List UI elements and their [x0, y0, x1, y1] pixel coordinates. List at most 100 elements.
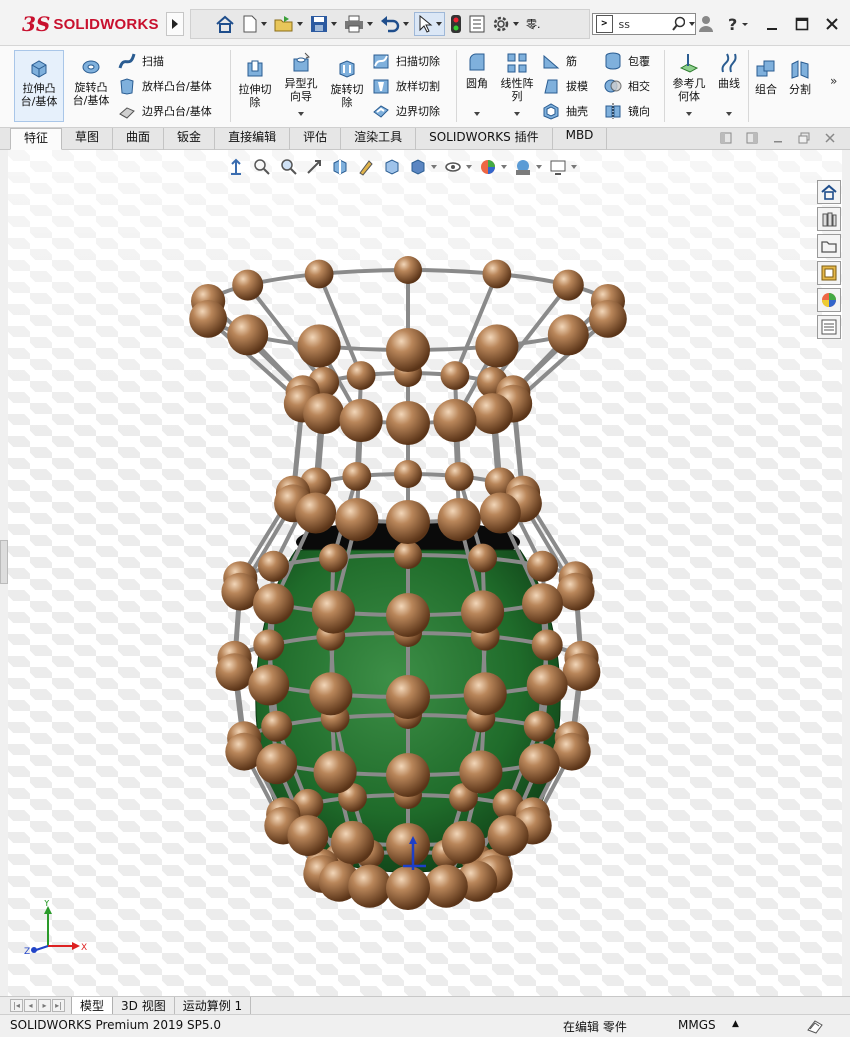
search-icon[interactable] — [671, 16, 686, 32]
zoom-to-area-button[interactable] — [278, 157, 298, 177]
task-pane-view-palette[interactable] — [817, 261, 841, 285]
chevron-down-icon[interactable] — [431, 165, 437, 169]
view-orientation-cube-button[interactable] — [382, 157, 402, 177]
linear-pattern-dropdown[interactable] — [514, 112, 520, 116]
chevron-down-icon[interactable] — [689, 22, 695, 26]
maximize-button[interactable] — [792, 14, 812, 34]
tab-surfaces[interactable]: 曲面 — [113, 128, 165, 150]
view-settings-button[interactable] — [548, 157, 568, 177]
graphics-area[interactable]: Y X Z — [8, 150, 842, 996]
options-button[interactable] — [490, 12, 521, 36]
task-pane-appearances[interactable] — [817, 288, 841, 312]
minimize-button[interactable] — [762, 14, 782, 34]
revolved-cut-button[interactable]: 旋转切 除 — [326, 58, 368, 109]
tab-model[interactable]: 模型 — [71, 996, 114, 1015]
rebuild-button[interactable] — [448, 12, 464, 36]
vase-model-viewport[interactable] — [8, 150, 842, 996]
doc-minimize-icon[interactable] — [772, 132, 784, 144]
linear-pattern-button[interactable]: 线性阵 列 — [496, 52, 538, 103]
command-search[interactable]: > — [592, 13, 696, 35]
combine-button[interactable]: 组合 — [752, 58, 780, 96]
task-pane-custom-properties[interactable] — [817, 315, 841, 339]
feature-manager-collapse-handle[interactable] — [0, 540, 8, 584]
fillet-button[interactable]: 圆角 — [460, 52, 494, 90]
undo-button[interactable] — [378, 12, 411, 36]
open-button[interactable] — [272, 12, 305, 36]
close-button[interactable] — [822, 14, 842, 34]
unit-system-caret[interactable]: ▲ — [732, 1019, 739, 1029]
new-document-button[interactable] — [240, 12, 269, 36]
fillet-dropdown[interactable] — [474, 112, 480, 116]
first-tab-button[interactable]: |◂ — [10, 999, 23, 1012]
file-properties-button[interactable] — [467, 12, 487, 36]
task-pane-file-explorer[interactable] — [817, 234, 841, 258]
tab-render-tools[interactable]: 渲染工具 — [341, 128, 417, 150]
apply-scene-button[interactable] — [513, 157, 533, 177]
previous-view-button[interactable] — [304, 157, 324, 177]
task-pane-resources[interactable] — [817, 180, 841, 204]
curves-button[interactable]: 曲线 — [714, 52, 744, 90]
lofted-cut-button[interactable]: 放样切割 — [372, 77, 440, 95]
chevron-down-icon[interactable] — [536, 165, 542, 169]
boundary-cut-button[interactable]: 边界切除 — [372, 102, 440, 120]
section-view-button[interactable] — [330, 157, 350, 177]
intersect-button[interactable]: 相交 — [604, 77, 650, 95]
view-orientation-button[interactable] — [226, 157, 246, 177]
extruded-boss-button[interactable]: 拉伸凸 台/基体 — [14, 50, 64, 122]
solidworks-logo[interactable]: 3S SOLIDWORKS — [22, 12, 159, 36]
print-button[interactable] — [342, 12, 375, 36]
dynamic-annotation-button[interactable] — [356, 157, 376, 177]
select-button[interactable] — [414, 12, 445, 36]
tab-direct-editing[interactable]: 直接编辑 — [215, 128, 291, 150]
previous-tab-button[interactable]: ◂ — [24, 999, 37, 1012]
reference-geometry-dropdown[interactable] — [686, 112, 692, 116]
rib-button[interactable]: 筋 — [542, 52, 577, 70]
split-button[interactable]: 分割 — [784, 58, 816, 96]
mirror-button[interactable]: 镜向 — [604, 102, 650, 120]
doc-close-icon[interactable] — [824, 132, 836, 144]
tab-sketch[interactable]: 草图 — [62, 128, 114, 150]
search-input[interactable] — [618, 17, 667, 31]
next-tab-button[interactable]: ▸ — [38, 999, 51, 1012]
tab-sheet-metal[interactable]: 钣金 — [164, 128, 216, 150]
home-button[interactable] — [213, 12, 237, 36]
hide-show-items-button[interactable] — [443, 157, 463, 177]
reference-geometry-button[interactable]: 参考几 何体 — [668, 52, 710, 103]
curves-dropdown[interactable] — [726, 112, 732, 116]
last-tab-button[interactable]: ▸| — [52, 999, 65, 1012]
boundary-boss-button[interactable]: 边界凸台/基体 — [118, 102, 212, 120]
tile-right-icon[interactable] — [746, 132, 758, 144]
user-account-button[interactable] — [696, 14, 716, 34]
wrap-button[interactable]: 包覆 — [604, 52, 650, 70]
doc-restore-icon[interactable] — [798, 132, 810, 144]
quick-access-overflow[interactable]: 零. — [524, 12, 543, 36]
tab-3d-views[interactable]: 3D 视图 — [113, 996, 175, 1015]
sweep-button[interactable]: 扫描 — [118, 52, 164, 70]
help-button[interactable]: ? — [726, 14, 752, 34]
hole-wizard-dropdown[interactable] — [298, 112, 304, 116]
chevron-down-icon[interactable] — [466, 165, 472, 169]
ribbon-overflow-button[interactable]: » — [830, 74, 837, 88]
tab-mbd[interactable]: MBD — [553, 128, 608, 150]
status-options-button[interactable] — [806, 1018, 824, 1037]
edit-appearance-button[interactable] — [478, 157, 498, 177]
save-button[interactable] — [308, 12, 339, 36]
expand-menu-button[interactable] — [166, 12, 184, 36]
chevron-down-icon[interactable] — [501, 165, 507, 169]
hole-wizard-button[interactable]: 异型孔 向导 — [280, 52, 322, 103]
lofted-boss-button[interactable]: 放样凸台/基体 — [118, 77, 212, 95]
unit-system-selector[interactable]: MMGS — [678, 1018, 716, 1032]
swept-cut-button[interactable]: 扫描切除 — [372, 52, 440, 70]
tab-solidworks-addins[interactable]: SOLIDWORKS 插件 — [416, 128, 553, 150]
tab-features[interactable]: 特征 — [10, 128, 63, 150]
extruded-cut-button[interactable]: 拉伸切 除 — [234, 58, 276, 109]
display-style-button[interactable] — [408, 157, 428, 177]
tab-evaluate[interactable]: 评估 — [290, 128, 342, 150]
zoom-to-fit-button[interactable] — [252, 157, 272, 177]
chevron-down-icon[interactable] — [571, 165, 577, 169]
task-pane-design-library[interactable] — [817, 207, 841, 231]
tab-motion-study-1[interactable]: 运动算例 1 — [175, 996, 252, 1015]
tile-left-icon[interactable] — [720, 132, 732, 144]
revolved-boss-button[interactable]: 旋转凸 台/基体 — [68, 56, 114, 107]
draft-button[interactable]: 拔模 — [542, 77, 588, 95]
